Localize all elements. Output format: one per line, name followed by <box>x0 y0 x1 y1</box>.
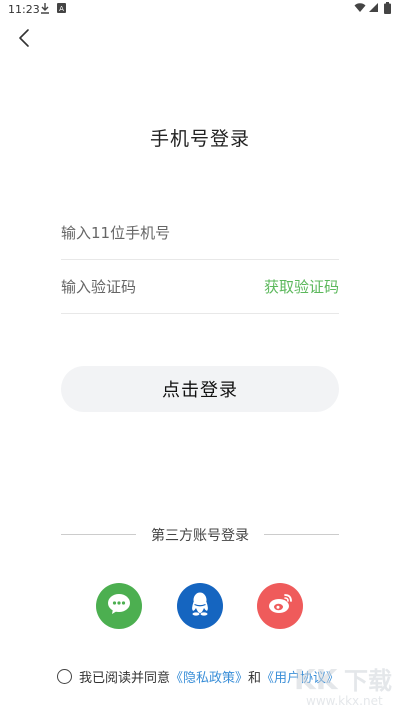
svg-text:www.kkx.net: www.kkx.net <box>306 694 383 708</box>
third-party-label: 第三方账号登录 <box>151 528 249 544</box>
wechat-login-button[interactable] <box>96 583 142 629</box>
download-icon <box>40 2 50 17</box>
svg-text:下载: 下载 <box>344 667 392 695</box>
get-code-button[interactable]: 获取验证码 <box>264 261 339 313</box>
agreement-prefix: 我已阅读并同意 <box>79 670 171 686</box>
login-button[interactable]: 点击登录 <box>61 366 339 412</box>
chevron-left-icon <box>18 28 30 52</box>
status-bar: 11:23 A <box>0 0 400 18</box>
status-time: 11:23 <box>8 3 40 16</box>
phone-field <box>61 207 339 260</box>
weibo-icon <box>267 593 293 619</box>
back-button[interactable] <box>12 28 36 52</box>
phone-input[interactable] <box>61 207 251 259</box>
agreement-radio[interactable] <box>57 668 72 684</box>
signal-icon <box>369 3 379 16</box>
agreement-and: 和 <box>248 670 262 686</box>
weibo-login-button[interactable] <box>257 583 303 629</box>
qq-login-button[interactable] <box>177 583 223 629</box>
divider-line-right <box>264 534 339 535</box>
battery-icon <box>384 2 391 17</box>
page-title: 手机号登录 <box>149 128 250 150</box>
code-field: 获取验证码 <box>61 261 339 314</box>
qq-icon <box>189 591 211 621</box>
privacy-policy-link[interactable]: 《隐私政策》 <box>170 667 248 686</box>
svg-text:A: A <box>59 5 64 13</box>
wifi-icon <box>354 3 366 16</box>
code-input[interactable] <box>61 261 251 313</box>
svg-text:KK: KK <box>294 663 339 696</box>
kkx-watermark-logo: KK 下载 www.kkx.net <box>286 655 400 711</box>
third-party-divider: 第三方账号登录 <box>61 524 339 544</box>
notification-icon: A <box>56 2 67 17</box>
wechat-icon <box>106 592 132 620</box>
